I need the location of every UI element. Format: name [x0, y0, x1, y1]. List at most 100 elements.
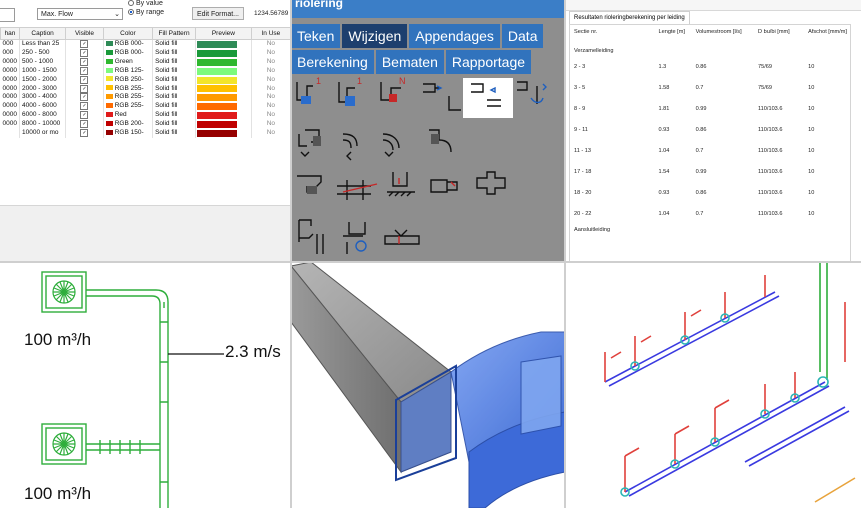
checkbox-checked-icon[interactable]: ✓	[80, 129, 89, 138]
caption-cell[interactable]: 1500 - 2000	[19, 75, 67, 85]
branch-down-icon[interactable]	[298, 219, 324, 254]
split-pipe-icon[interactable]	[471, 83, 501, 107]
edit-format-button[interactable]: Edit Format...	[192, 7, 244, 20]
visible-cell[interactable]: ✓	[65, 66, 104, 76]
visible-cell[interactable]: ✓	[65, 57, 104, 67]
fill-pattern-cell[interactable]: Solid fill	[152, 48, 197, 58]
checkbox-checked-icon[interactable]: ✓	[80, 66, 89, 75]
column-header[interactable]: Caption	[18, 27, 67, 40]
flow-combo[interactable]: Max. Flow ⌄	[37, 8, 123, 20]
pipe-sleeve-icon[interactable]	[384, 229, 420, 245]
color-cell[interactable]: RGB 250-	[103, 75, 154, 85]
color-cell[interactable]: RGB 000-	[103, 39, 154, 49]
legend-row[interactable]: 0000 8000 - 10000 ✓ RGB 200- Solid fill No	[0, 120, 291, 130]
results-row[interactable]: 17 - 18 1.54 0.99 110/103.6 10	[572, 161, 850, 182]
checkbox-checked-icon[interactable]: ✓	[80, 93, 89, 102]
results-tab[interactable]: Resultaten rioleringberekening per leidi…	[569, 11, 690, 24]
ribbon-tab-teken[interactable]: Teken	[291, 24, 341, 48]
ribbon-tab-data[interactable]: Data	[501, 24, 544, 48]
fill-pattern-cell[interactable]: Solid fill	[152, 120, 197, 130]
checkbox-checked-icon[interactable]: ✓	[80, 57, 89, 66]
results-row[interactable]: 2 - 3 1.3 0.86 75/69 10	[572, 56, 850, 77]
caption-cell[interactable]: 10000 or mo	[19, 129, 67, 138]
ribbon-tab-rapportage[interactable]: Rapportage	[445, 50, 532, 74]
ribbon-tab-berekening[interactable]: Berekening	[291, 50, 374, 74]
fitting-elbow-2-icon[interactable]	[342, 133, 358, 161]
caption-cell[interactable]: 3000 - 4000	[19, 93, 67, 103]
wall-mount-icon[interactable]	[387, 172, 415, 197]
legend-row[interactable]: 0000 6000 - 8000 ✓ Red Solid fill No	[0, 111, 291, 121]
fill-pattern-cell[interactable]: Solid fill	[152, 129, 197, 138]
legend-row[interactable]: 0000 500 - 1000 ✓ Green Solid fill No	[0, 57, 291, 67]
connect-pipe-icon[interactable]	[423, 83, 461, 111]
fill-pattern-cell[interactable]: Solid fill	[152, 102, 197, 112]
results-row[interactable]: 11 - 13 1.04 0.7 110/103.6 10	[572, 140, 850, 161]
ribbon-tab-bematen[interactable]: Bematen	[375, 50, 444, 74]
checkbox-checked-icon[interactable]: ✓	[80, 102, 89, 111]
pipe-end-n-icon[interactable]	[380, 82, 401, 102]
fill-pattern-cell[interactable]: Solid fill	[152, 111, 197, 121]
results-row[interactable]: 20 - 22 1.04 0.7 110/103.6 10	[572, 203, 850, 224]
legend-row[interactable]: 0000 1500 - 2000 ✓ RGB 250- Solid fill No	[0, 75, 291, 85]
fill-pattern-cell[interactable]: Solid fill	[152, 39, 197, 49]
visible-cell[interactable]: ✓	[65, 129, 104, 138]
color-cell[interactable]: RGB 000-	[103, 48, 154, 58]
checkbox-checked-icon[interactable]: ✓	[80, 111, 89, 120]
checkbox-checked-icon[interactable]: ✓	[80, 84, 89, 93]
color-cell[interactable]: RGB 255-	[103, 84, 154, 94]
legend-row[interactable]: 000 Less than 25 ✓ RGB 000- Solid fill No	[0, 39, 291, 49]
visible-cell[interactable]: ✓	[65, 75, 104, 85]
radio-by-value[interactable]: By value	[128, 0, 163, 7]
fill-pattern-cell[interactable]: Solid fill	[152, 57, 197, 67]
caption-cell[interactable]: 6000 - 8000	[19, 111, 67, 121]
legend-row[interactable]: 0000 1000 - 1500 ✓ RGB 125- Solid fill No	[0, 66, 291, 76]
caption-cell[interactable]: Less than 25	[19, 39, 67, 49]
caption-cell[interactable]: 2000 - 3000	[19, 84, 67, 94]
visible-cell[interactable]: ✓	[65, 102, 104, 112]
caption-cell[interactable]: 250 - 500	[19, 48, 67, 58]
visible-cell[interactable]: ✓	[65, 48, 104, 58]
fitting-elbow-1-icon[interactable]	[298, 129, 321, 157]
column-header[interactable]: In Use	[250, 27, 291, 40]
pipe-end-1-icon[interactable]	[296, 82, 313, 104]
results-row[interactable]: 3 - 5 1.58 0.7 75/69 10	[572, 77, 850, 98]
color-cell[interactable]: RGB 255-	[103, 102, 154, 112]
fill-pattern-cell[interactable]: Solid fill	[152, 93, 197, 103]
color-cell[interactable]: Red	[103, 111, 154, 121]
color-cell[interactable]: RGB 125-	[103, 66, 154, 76]
column-header[interactable]: Fill Pattern	[152, 27, 197, 40]
radio-by-range[interactable]: By range	[128, 9, 164, 16]
visible-cell[interactable]: ✓	[65, 93, 104, 103]
results-row[interactable]: 9 - 11 0.93 0.86 110/103.6 10	[572, 119, 850, 140]
reducer-icon[interactable]	[430, 179, 458, 193]
visible-cell[interactable]: ✓	[65, 84, 104, 94]
caption-cell[interactable]: 8000 - 10000	[19, 120, 67, 130]
legend-row[interactable]: 0000 4000 - 6000 ✓ RGB 255- Solid fill No	[0, 102, 291, 112]
fill-pattern-cell[interactable]: Solid fill	[152, 75, 197, 85]
rotate-fitting-icon[interactable]	[343, 222, 367, 254]
visible-cell[interactable]: ✓	[65, 120, 104, 130]
ribbon-tab-appendages[interactable]: Appendages	[409, 24, 500, 48]
color-cell[interactable]: Green	[103, 57, 154, 67]
caption-cell[interactable]: 1000 - 1500	[19, 66, 67, 76]
insert-coupling-icon[interactable]	[337, 180, 378, 200]
cross-fitting-icon[interactable]	[476, 171, 506, 195]
visible-cell[interactable]: ✓	[65, 111, 104, 121]
left-field[interactable]	[0, 8, 15, 22]
checkbox-checked-icon[interactable]: ✓	[80, 120, 89, 129]
column-header[interactable]: Color	[102, 27, 154, 40]
results-row[interactable]: 8 - 9 1.81 0.99 110/103.6 10	[572, 98, 850, 119]
ribbon-tab-wijzigen[interactable]: Wijzigen	[342, 24, 408, 48]
color-cell[interactable]: RGB 200-	[103, 120, 154, 130]
caption-cell[interactable]: 500 - 1000	[19, 57, 67, 67]
column-header[interactable]: Preview	[195, 27, 252, 40]
rotate-pipe-icon[interactable]	[517, 81, 547, 104]
column-header[interactable]: Visible	[65, 27, 104, 40]
pipe-end-2-icon[interactable]	[338, 82, 355, 106]
checkbox-checked-icon[interactable]: ✓	[80, 40, 89, 48]
results-row[interactable]: 18 - 20 0.93 0.86 110/103.6 10	[572, 182, 850, 203]
visible-cell[interactable]: ✓	[65, 39, 104, 49]
legend-row[interactable]: 10000 or mo ✓ RGB 150- Solid fill No	[0, 129, 291, 138]
color-cell[interactable]: RGB 255-	[103, 93, 154, 103]
caption-cell[interactable]: 4000 - 6000	[19, 102, 67, 112]
